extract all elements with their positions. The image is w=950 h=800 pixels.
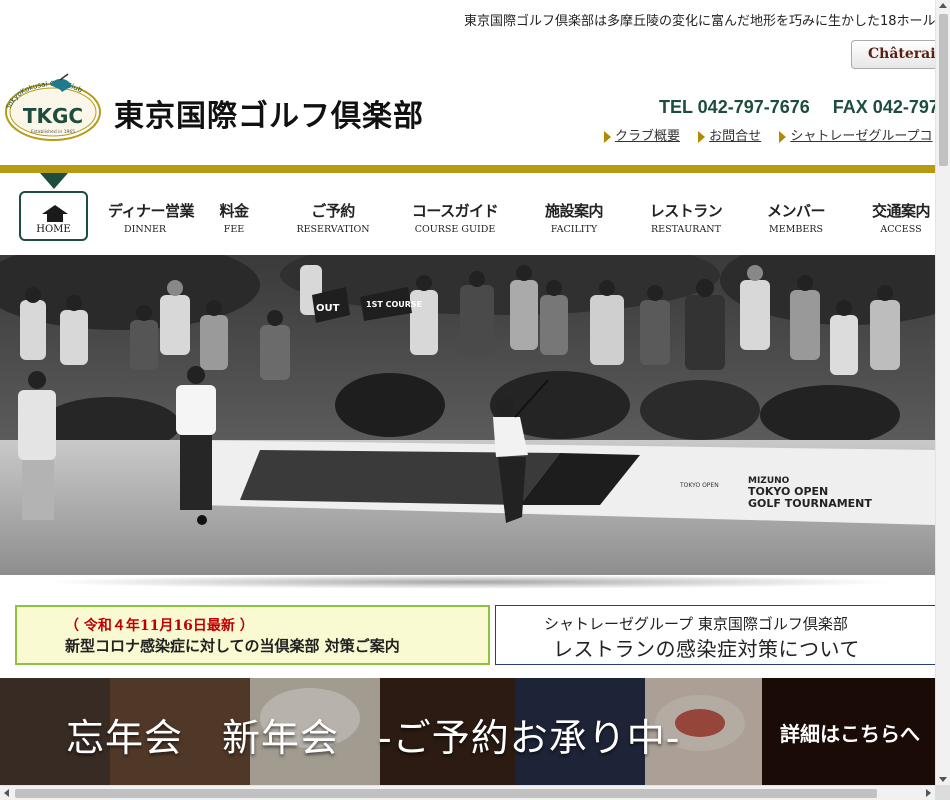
page-viewport: 東京国際ゴルフ倶楽部は多摩丘陵の変化に富んだ地形を巧みに生かした18ホール Ch… [0,0,935,785]
nav-home[interactable]: HOME [19,191,88,241]
vertical-scroll-thumb[interactable] [939,14,948,166]
link-label: お問合せ [709,129,762,144]
site-tagline: 東京国際ゴルフ倶楽部は多摩丘陵の変化に富んだ地形を巧みに生かした18ホール [464,14,935,29]
sign-out: OUT [316,303,340,314]
nav-dinner[interactable]: ディナー営業 DINNER [108,200,194,235]
nav-label-en: COURSE GUIDE [414,224,496,235]
nav-label-en: DINNER [123,224,167,235]
covid-notice-message: 新型コロナ感染症に対しての当倶楽部 対策ご案内 [65,637,400,655]
logo-emblem: TokyoKokusai Golf Club TKGC Established … [4,73,101,141]
home-icon [42,205,68,222]
link-label: シャトレーゼグループコ [790,129,933,144]
tel-number: TEL 042-797-7676 [659,97,810,117]
restaurant-notice-line2: レストランの感染症対策について [553,637,860,661]
nav-label-en: ACCESS [880,224,922,235]
party-details-label: 詳細はこちらへ [780,722,920,746]
nav-label-jp: ご予約 [311,202,355,220]
scroll-up-icon[interactable] [939,3,947,8]
nav-members[interactable]: メンバー MEMBERS [760,200,832,235]
contact-info: TEL 042-797-7676 FAX 042-797-66 [659,97,935,118]
nav-label-en: RESERVATION [296,224,370,235]
nav-access[interactable]: 交通案内 ACCESS [864,200,935,235]
link-label: クラブ概要 [615,129,681,144]
scrollbar-corner [935,785,950,800]
hero-photo: OUT 1ST COURSE TOKYO OPEN MIZUNO TOKYO O… [0,255,935,575]
nav-label-jp: レストラン [649,202,723,220]
arrow-icon [698,130,706,143]
nav-label-jp: メンバー [766,202,826,220]
logo-established: Established in 1965 [31,129,75,135]
link-contact[interactable]: お問合せ [698,125,761,144]
nav-reservation[interactable]: ご予約 RESERVATION [290,200,376,235]
arrow-icon [779,130,787,143]
nav-label-en: FEE [223,224,245,235]
scroll-left-icon[interactable] [4,789,9,797]
nav-label-en: MEMBERS [769,224,823,235]
header-links: クラブ概要 お問合せ シャトレーゼグループコ [604,125,935,144]
hero-shadow [40,575,900,589]
main-nav: HOME ディナー営業 DINNER 料金 FEE ご予約 RESERVATIO… [0,190,935,245]
restaurant-notice-line1: シャトレーゼグループ 東京国際ゴルフ倶楽部 [544,615,848,633]
nav-label-en: RESTAURANT [651,224,721,235]
nav-restaurant[interactable]: レストラン RESTAURANT [644,200,728,235]
party-banner-title: 忘年会 新年会 -ご予約お承り中- [66,716,681,760]
nav-label-jp: コースガイド [411,202,499,220]
vertical-scrollbar[interactable] [935,0,950,785]
nav-label-jp: 料金 [219,202,249,220]
nav-label-en: FACILITY [550,224,598,235]
tkgc-logo[interactable]: TokyoKokusai Golf Club TKGC Established … [2,70,104,142]
hero-golf-photo: OUT 1ST COURSE TOKYO OPEN MIZUNO TOKYO O… [0,255,935,575]
logo-abbrev: TKGC [23,104,83,128]
header-gold-bar [0,165,935,173]
horizontal-scroll-thumb[interactable] [15,789,877,798]
scroll-right-icon[interactable] [926,789,931,797]
party-banner[interactable]: 忘年会 新年会 -ご予約お承り中- 詳細はこちらへ [0,678,935,785]
nav-label-jp: 施設案内 [544,202,604,220]
link-chateraise-group[interactable]: シャトレーゼグループコ [779,125,933,144]
active-nav-pointer [40,173,68,189]
nav-label-jp: ディナー営業 [108,202,194,220]
nav-fee[interactable]: 料金 FEE [208,200,260,235]
nav-course-guide[interactable]: コースガイド COURSE GUIDE [406,200,504,235]
link-club-overview[interactable]: クラブ概要 [604,125,680,144]
nav-home-label: HOME [36,224,71,235]
site-title: 東京国際ゴルフ倶楽部 [114,99,424,134]
banner-tournament-2: GOLF TOURNAMENT [748,497,872,510]
scroll-down-icon[interactable] [939,777,947,782]
nav-facility[interactable]: 施設案内 FACILITY [536,200,612,235]
covid-notice-banner[interactable]: （ 令和４年11月16日最新 ） 新型コロナ感染症に対しての当倶楽部 対策ご案内 [15,605,490,665]
covid-notice-date: （ 令和４年11月16日最新 ） [65,618,254,634]
horizontal-scrollbar[interactable] [0,785,935,800]
arrow-icon [604,130,611,143]
fax-number: FAX 042-797-66 [832,97,935,117]
chateraise-button[interactable]: Châterais [851,40,935,69]
party-details-button[interactable]: 詳細はこちらへ [762,678,935,785]
banner-small-text: TOKYO OPEN [679,482,719,489]
sign-course: 1ST COURSE [366,300,422,309]
nav-label-jp: 交通案内 [871,202,931,220]
restaurant-notice-banner[interactable]: シャトレーゼグループ 東京国際ゴルフ倶楽部 レストランの感染症対策について [495,605,935,665]
